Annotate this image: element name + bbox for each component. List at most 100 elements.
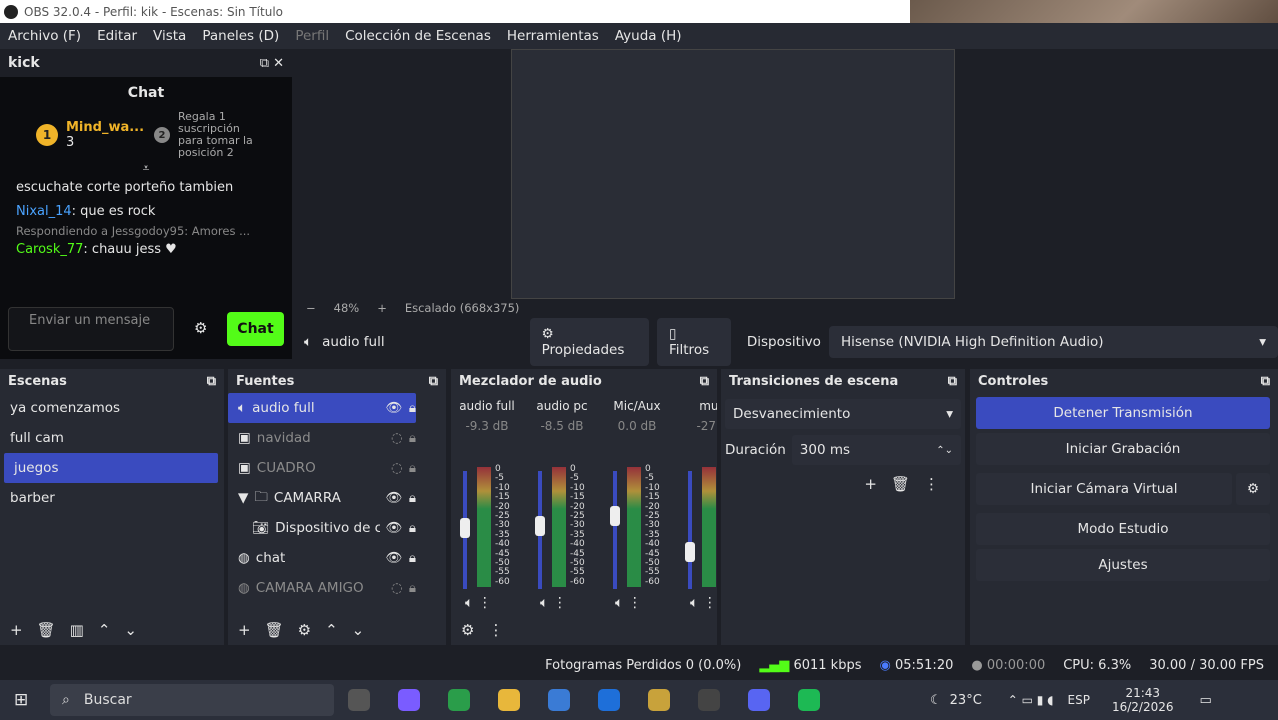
clock[interactable]: 21:43 16/2/2026 <box>1112 686 1174 714</box>
menu-vista[interactable]: Vista <box>145 28 194 44</box>
chrome-icon[interactable] <box>448 689 470 711</box>
volume-knob[interactable] <box>610 506 620 527</box>
studio-mode-button[interactable]: Modo Estudio <box>976 513 1270 545</box>
source-item[interactable]: 🔈︎ audio full 👁︎ 🔒︎ <box>228 393 416 423</box>
explorer-icon[interactable] <box>498 689 520 711</box>
send-chat-button[interactable]: Chat <box>227 312 284 346</box>
tray-icons[interactable]: ⌃ ▭ ▮ ◖ <box>1008 693 1054 707</box>
zoom-in-button[interactable]: + <box>377 301 387 315</box>
trash-icon[interactable]: 🗑︎ <box>891 475 924 493</box>
task-view-icon[interactable] <box>348 689 370 711</box>
source-item[interactable]: ◍ chat 👁︎ 🔒︎ <box>228 543 446 573</box>
undock-icon[interactable]: ⧉ <box>1261 374 1270 389</box>
source-item[interactable]: ◍ CAMARA AMIGO ◌ 🔒︎ <box>228 573 446 603</box>
mute-icon[interactable]: 🔈︎ ⋮ <box>465 595 492 611</box>
chat-user[interactable]: Nixal_14 <box>16 204 72 219</box>
scene-item-selected[interactable]: juegos <box>4 453 218 483</box>
eye-hidden-icon[interactable]: ◌ <box>391 580 403 596</box>
notification-icon[interactable]: ▭ <box>1200 693 1212 708</box>
outlook-icon[interactable] <box>598 689 620 711</box>
lock-icon[interactable]: 🔒︎ <box>409 460 416 476</box>
spinner-icon[interactable]: ⌃⌄ <box>936 445 953 456</box>
virtual-camera-button[interactable]: Iniciar Cámara Virtual <box>976 473 1232 505</box>
stop-stream-button[interactable]: Detener Transmisión <box>976 397 1270 429</box>
chevron-down-icon[interactable]: ▼ <box>238 490 248 506</box>
down-icon[interactable]: ⌄ <box>352 621 365 639</box>
discord-icon[interactable] <box>748 689 770 711</box>
chat-user[interactable]: Carosk_77 <box>16 242 83 257</box>
lock-icon[interactable]: 🔒︎ <box>409 490 416 506</box>
add-icon[interactable]: + <box>238 621 251 639</box>
settings-button[interactable]: Ajustes <box>976 549 1270 581</box>
up-icon[interactable]: ⌃ <box>325 621 338 639</box>
add-icon[interactable]: + <box>10 621 23 639</box>
windows-start-icon[interactable]: ⊞ <box>14 690 28 710</box>
zoom-out-button[interactable]: − <box>306 301 316 315</box>
eye-icon[interactable]: 👁︎ <box>386 490 403 506</box>
volume-fader[interactable] <box>613 471 617 589</box>
scene-item[interactable]: ya comenzamos <box>0 393 224 423</box>
transition-select[interactable]: Desvanecimiento ▾ <box>725 399 961 429</box>
volume-knob[interactable] <box>535 515 545 536</box>
taskbar-search[interactable]: ⌕ Buscar <box>50 684 334 716</box>
spotify-icon[interactable] <box>798 689 820 711</box>
store-icon[interactable] <box>548 689 570 711</box>
eye-icon[interactable]: 👁︎ <box>386 550 403 566</box>
chat-input[interactable]: Enviar un mensaje <box>8 307 174 351</box>
menu-archivo[interactable]: Archivo (F) <box>0 28 89 44</box>
eye-hidden-icon[interactable]: ◌ <box>391 430 403 446</box>
close-icon[interactable]: ⧉ ✕ <box>260 56 284 71</box>
lock-icon[interactable]: 🔒︎ <box>409 550 416 566</box>
obs-icon[interactable] <box>698 689 720 711</box>
mute-icon[interactable]: 🔈︎ ⋮ <box>690 595 717 611</box>
menu-ayuda[interactable]: Ayuda (H) <box>607 28 690 44</box>
volume-knob[interactable] <box>685 541 695 562</box>
menu-coleccion[interactable]: Colección de Escenas <box>337 28 499 44</box>
down-icon[interactable]: ⌄ <box>124 621 137 639</box>
properties-button[interactable]: ⚙ Propiedades <box>529 318 649 366</box>
gear-icon[interactable]: ⚙ <box>1236 473 1270 505</box>
undock-icon[interactable]: ⧉ <box>207 374 216 389</box>
undock-icon[interactable]: ⧉ <box>948 374 957 389</box>
gear-icon[interactable]: ⚙ <box>298 621 311 639</box>
menu-editar[interactable]: Editar <box>89 28 145 44</box>
settings-icon[interactable]: ⚙ <box>194 319 207 337</box>
trash-icon[interactable]: 🗑︎ <box>37 621 56 639</box>
filters-button[interactable]: ▯ Filtros <box>656 318 731 366</box>
duration-spinner[interactable]: 300 ms ⌃⌄ <box>791 435 961 465</box>
volume-knob[interactable] <box>460 518 470 539</box>
add-icon[interactable]: + <box>864 475 891 493</box>
undock-icon[interactable]: ⧉ <box>700 374 709 389</box>
mute-icon[interactable]: 🔈︎ ⋮ <box>540 595 567 611</box>
copilot-icon[interactable] <box>398 689 420 711</box>
source-item[interactable]: ▼ 🗀 CAMARRA 👁︎ 🔒︎ <box>228 483 446 513</box>
device-select[interactable]: Hisense (NVIDIA High Definition Audio) ▾ <box>828 326 1278 358</box>
undock-icon[interactable]: ⧉ <box>429 374 438 389</box>
trash-icon[interactable]: 🗑︎ <box>265 621 284 639</box>
source-item[interactable]: ▣ CUADRO ◌ 🔒︎ <box>228 453 446 483</box>
menu-paneles[interactable]: Paneles (D) <box>194 28 287 44</box>
menu-dots-icon[interactable]: ⋮ <box>924 475 953 493</box>
eye-hidden-icon[interactable]: ◌ <box>391 460 403 476</box>
up-icon[interactable]: ⌃ <box>98 621 111 639</box>
scene-item[interactable]: full cam <box>0 423 224 453</box>
eye-icon[interactable]: 👁︎ <box>386 400 403 416</box>
mute-icon[interactable]: 🔈︎ ⋮ <box>615 595 642 611</box>
scroll-down-icon[interactable]: ⩡ <box>0 161 292 176</box>
lock-icon[interactable]: 🔒︎ <box>409 430 416 446</box>
advanced-audio-icon[interactable]: ⚙ <box>461 621 474 639</box>
lock-icon[interactable]: 🔒︎ <box>409 400 416 416</box>
language[interactable]: ESP <box>1068 693 1090 707</box>
filter-icon[interactable]: ▥ <box>70 621 84 639</box>
menu-perfil[interactable]: Perfil <box>287 28 337 44</box>
menu-herramientas[interactable]: Herramientas <box>499 28 607 44</box>
lock-icon[interactable]: 🔒︎ <box>409 580 416 596</box>
source-item[interactable]: 📷︎ Dispositivo de ca 👁︎ 🔒︎ <box>228 513 446 543</box>
eye-icon[interactable]: 👁︎ <box>386 520 403 536</box>
volume-fader[interactable] <box>688 471 692 589</box>
lock-icon[interactable]: 🔒︎ <box>409 520 416 536</box>
menu-dots-icon[interactable]: ⋮ <box>488 621 503 639</box>
start-recording-button[interactable]: Iniciar Grabación <box>976 433 1270 465</box>
scale-label[interactable]: Escalado (668x375) <box>405 301 520 315</box>
lol-icon[interactable] <box>648 689 670 711</box>
